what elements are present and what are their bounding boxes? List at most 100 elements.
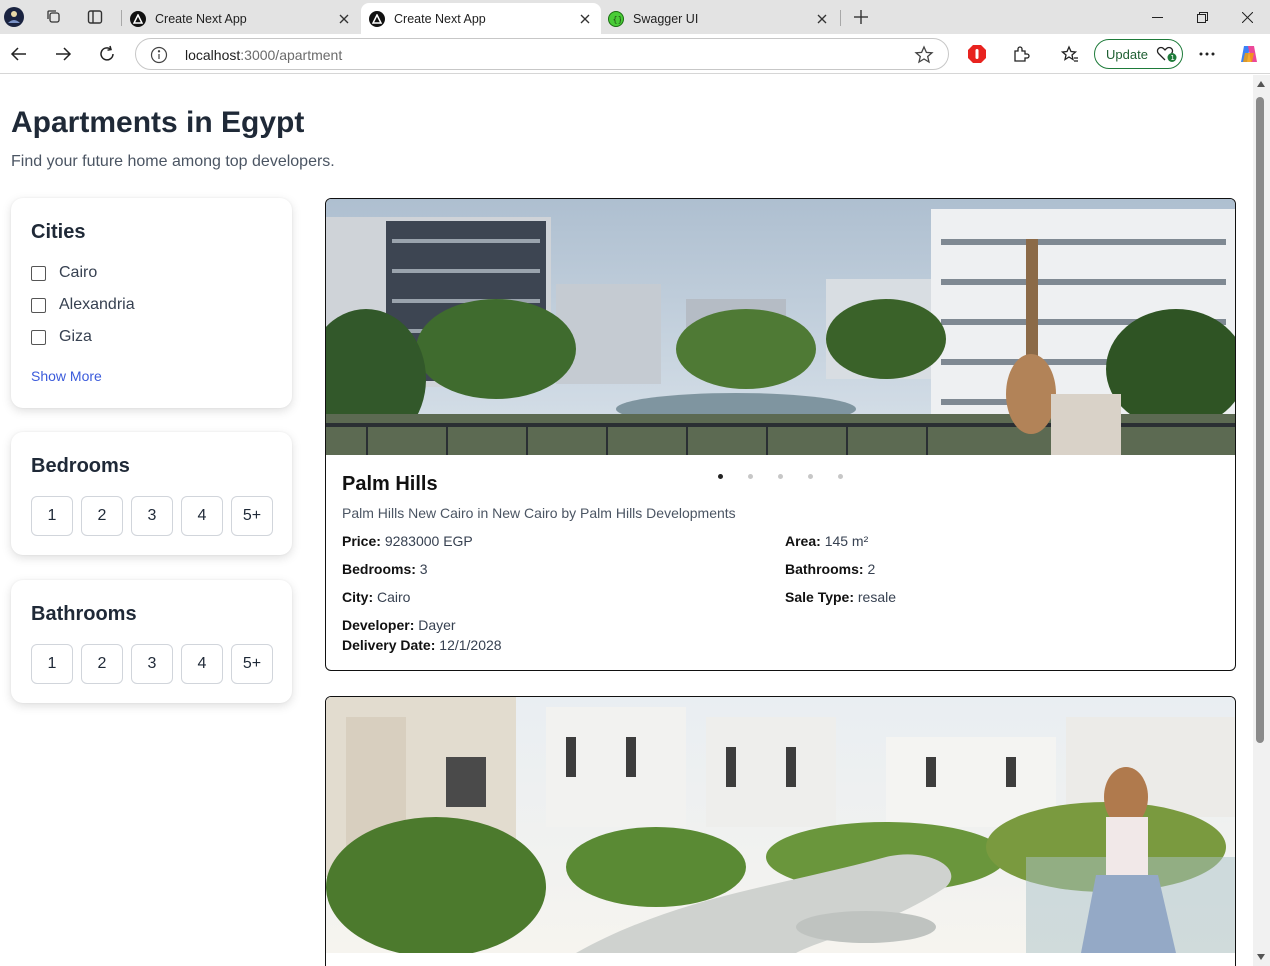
listing-description: Palm Hills New Cairo in New Cairo by Pal… [342,505,736,521]
browser-tab-strip: Create Next App Create Next App {} Swagg… [0,0,1270,34]
more-menu-icon[interactable] [1193,40,1221,68]
listing-area: Area: 145 m² [785,533,868,549]
scroll-down-arrow-icon[interactable] [1257,954,1265,960]
svg-text:1: 1 [1170,54,1174,62]
show-more-link[interactable]: Show More [31,368,102,384]
bedrooms-filter-card: Bedrooms 1 2 3 4 5+ [11,432,292,555]
spec-label: Delivery Date: [342,637,436,653]
listing-card[interactable] [325,696,1236,966]
adblock-extension-icon[interactable] [963,40,991,68]
carousel-dot[interactable] [718,474,723,479]
bedrooms-option-button[interactable]: 1 [31,496,73,536]
spec-label: Developer: [342,617,415,633]
extensions-icon[interactable] [1007,40,1035,68]
browser-toolbar: localhost:3000/apartment Update 1 [0,34,1270,74]
site-info-icon[interactable] [150,46,168,64]
tab-swagger-ui[interactable]: {} Swagger UI [600,3,838,34]
address-url: localhost:3000/apartment [185,47,342,63]
vertical-tabs-icon[interactable] [84,6,106,28]
spec-label: Price: [342,533,381,549]
scroll-thumb[interactable] [1256,97,1264,743]
listing-price: Price: 9283000 EGP [342,533,473,549]
page-content: Apartments in Egypt Find your future hom… [0,75,1253,966]
carousel-dot[interactable] [838,474,843,479]
listing-name: Palm Hills [342,473,438,495]
bathrooms-option-button[interactable]: 5+ [231,644,273,684]
svg-text:{}: {} [613,15,622,24]
listing-bathrooms: Bathrooms: 2 [785,561,875,577]
tab-create-next-app-1[interactable]: Create Next App [122,3,360,34]
favorite-star-icon[interactable] [914,45,934,65]
cities-filter-title: Cities [31,221,86,243]
scroll-up-arrow-icon[interactable] [1257,81,1265,87]
bathrooms-option-button[interactable]: 2 [81,644,123,684]
city-checkbox[interactable] [31,329,46,345]
listing-card[interactable]: Palm Hills Palm Hills New Cairo in New C… [325,198,1236,671]
copilot-icon[interactable] [1235,40,1263,68]
spec-value: 3 [419,561,428,577]
city-checkbox[interactable] [31,265,46,281]
bathrooms-options: 1 2 3 4 5+ [31,644,281,684]
bathrooms-filter-card: Bathrooms 1 2 3 4 5+ [11,580,292,703]
reload-icon[interactable] [93,40,121,68]
page-title: Apartments in Egypt [11,106,305,139]
listing-photo-carousel[interactable] [326,199,1235,455]
update-button[interactable]: Update 1 [1094,39,1183,69]
listing-developer: Developer: Dayer [342,617,456,633]
city-option-label: Giza [59,328,92,345]
spec-label: Sale Type: [785,589,854,605]
tab-title: Create Next App [394,11,486,26]
city-option-giza[interactable]: Giza [31,328,92,346]
bathrooms-option-button[interactable]: 4 [181,644,223,684]
city-checkbox[interactable] [31,297,46,313]
close-icon[interactable] [812,9,832,29]
workspaces-icon[interactable] [43,6,65,28]
minimize-icon[interactable] [1134,0,1180,34]
bedrooms-option-button[interactable]: 5+ [231,496,273,536]
bathrooms-option-button[interactable]: 3 [131,644,173,684]
listing-sale-type: Sale Type: resale [785,589,896,605]
listing-bedrooms: Bedrooms: 3 [342,561,428,577]
bedrooms-filter-title: Bedrooms [31,455,130,477]
nextjs-icon [130,10,146,27]
window-close-icon[interactable] [1224,0,1270,34]
page-scrollbar[interactable] [1253,75,1270,966]
heart-update-icon: 1 [1156,46,1177,62]
cities-filter-card: Cities Cairo Alexandria Giza Show More [11,198,292,408]
bathrooms-option-button[interactable]: 1 [31,644,73,684]
bedrooms-options: 1 2 3 4 5+ [31,496,281,536]
restore-icon[interactable] [1179,0,1225,34]
listing-photo-carousel[interactable] [326,697,1235,953]
forward-arrow-icon[interactable] [49,40,77,68]
profile-avatar-icon[interactable] [3,6,25,28]
tab-title: Swagger UI [633,11,699,26]
swagger-icon: {} [608,10,624,27]
bedrooms-option-button[interactable]: 4 [181,496,223,536]
bedrooms-option-button[interactable]: 3 [131,496,173,536]
spec-value: 12/1/2028 [439,637,502,653]
close-icon[interactable] [334,9,354,29]
close-icon[interactable] [575,9,595,29]
city-option-label: Cairo [59,264,98,281]
spec-value: Dayer [418,617,456,633]
url-path: :3000/apartment [240,47,343,63]
bathrooms-filter-title: Bathrooms [31,603,137,625]
carousel-dot[interactable] [808,474,813,479]
tab-create-next-app-2[interactable]: Create Next App [361,3,601,34]
spec-label: Area: [785,533,821,549]
favorites-icon[interactable] [1056,40,1084,68]
listing-city: City: Cairo [342,589,410,605]
spec-label: City: [342,589,374,605]
city-option-cairo[interactable]: Cairo [31,264,97,282]
address-bar[interactable]: localhost:3000/apartment [135,38,949,70]
back-arrow-icon[interactable] [5,40,33,68]
carousel-dot[interactable] [748,474,753,479]
bedrooms-option-button[interactable]: 2 [81,496,123,536]
nextjs-icon [369,10,385,27]
spec-value: 145 m² [824,533,869,549]
new-tab-icon[interactable] [850,6,872,28]
city-option-label: Alexandria [59,296,135,313]
carousel-dot[interactable] [778,474,783,479]
city-option-alexandria[interactable]: Alexandria [31,296,135,314]
url-host: localhost [185,47,241,63]
